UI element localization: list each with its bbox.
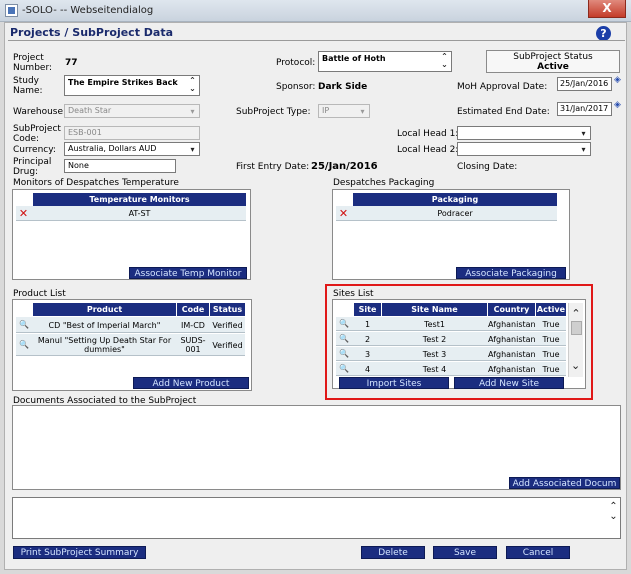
calendar-icon[interactable]: ◈ [614, 100, 621, 110]
local-head2-label: Local Head 2: [397, 145, 459, 155]
chevron-down-icon: ▾ [190, 107, 195, 116]
currency-value: Australia, Dollars AUD [68, 144, 157, 153]
notes-textarea[interactable]: ⌃ ⌄ [12, 497, 621, 539]
product-name: Manul "Setting Up Death Star For dummies" [37, 336, 172, 354]
chevron-down-icon: ▾ [190, 145, 195, 154]
header-divider [8, 40, 625, 41]
cancel-button[interactable]: Cancel [506, 546, 570, 559]
local-head1-select[interactable]: ▾ [457, 126, 591, 140]
subproject-code-input[interactable]: ESB-001 [64, 126, 200, 140]
sites-highlight-frame [325, 284, 593, 400]
study-name-label: Study Name: [13, 76, 43, 96]
principal-drug-input[interactable]: None [64, 159, 176, 173]
product-code: IM-CD [181, 321, 205, 330]
calendar-icon[interactable]: ◈ [614, 75, 621, 85]
protocol-scroll-icon[interactable]: ⌃ ⌄ [439, 53, 450, 70]
product-name: CD "Best of Imperial March" [48, 321, 161, 330]
currency-select[interactable]: Australia, Dollars AUD ▾ [64, 142, 200, 156]
chevron-down-icon: ▾ [581, 145, 586, 154]
documents-panel: Add Associated Docum [12, 405, 621, 490]
associate-temp-monitor-button[interactable]: Associate Temp Monitor [129, 267, 247, 279]
warehouse-value: Death Star [68, 106, 112, 115]
est-end-label: Estimated End Date: [457, 107, 550, 117]
status-title: SubProject Status [513, 52, 593, 62]
warehouse-select[interactable]: Death Star ▾ [64, 104, 200, 118]
app-icon [5, 4, 18, 17]
product-status: Verified [212, 341, 243, 350]
packaging-name: Podracer [437, 209, 473, 218]
table-row[interactable]: 🔍 CD "Best of Imperial March" IM-CD Veri… [16, 317, 245, 333]
table-row: ✕ AT-ST [16, 206, 246, 221]
product-list-title: Product List [13, 289, 66, 299]
notes-scroll-icon[interactable]: ⌃ ⌄ [608, 502, 619, 537]
first-entry-value: 25/Jan/2016 [311, 161, 378, 172]
status-badge: Active [537, 62, 569, 72]
sponsor-label: Sponsor: [276, 82, 316, 92]
packaging-column-header: Packaging [353, 193, 557, 206]
subproject-code-label: SubProject Code: [13, 124, 61, 144]
local-head2-select[interactable]: ▾ [457, 142, 591, 156]
product-list-panel: Product Code Status 🔍 CD "Best of Imperi… [12, 299, 252, 391]
project-number-value: 77 [65, 58, 78, 68]
add-associated-document-button[interactable]: Add Associated Docum [509, 477, 620, 489]
sponsor-value: Dark Side [318, 82, 368, 92]
study-name-value: The Empire Strikes Back [68, 78, 178, 87]
associate-packaging-button[interactable]: Associate Packaging [456, 267, 566, 279]
packaging-panel: Packaging ✕ Podracer Associate Packaging [332, 189, 570, 280]
dialog-body: Projects / SubProject Data ? Project Num… [4, 22, 627, 570]
currency-label: Currency: [13, 145, 56, 155]
product-status: Verified [212, 321, 243, 330]
monitor-name: AT-ST [128, 209, 151, 218]
delete-icon[interactable]: ✕ [336, 207, 351, 220]
status-column-header: Status [210, 303, 245, 316]
closing-date-label: Closing Date: [457, 162, 518, 172]
product-code: SUDS- 001 [180, 336, 206, 354]
save-button[interactable]: Save [433, 546, 497, 559]
moh-approval-label: MoH Approval Date: [457, 82, 548, 92]
monitors-section-title: Monitors of Despatches Temperature [13, 178, 179, 188]
monitors-panel: Temperature Monitors ✕ AT-ST Associate T… [12, 189, 251, 280]
chevron-down-icon: ▾ [360, 107, 365, 116]
monitors-column-header: Temperature Monitors [33, 193, 246, 206]
warehouse-label: Warehouse: [13, 107, 67, 117]
help-icon[interactable]: ? [596, 26, 611, 41]
principal-drug-label: Principal Drug: [13, 157, 52, 177]
close-button[interactable]: X [588, 0, 626, 18]
table-row: ✕ Podracer [336, 206, 557, 221]
subproject-type-label: SubProject Type: [236, 107, 311, 117]
study-name-field[interactable]: The Empire Strikes Back ⌃ ⌄ [64, 75, 200, 96]
window-titlebar: -SOLO- -- Webseitendialog X [0, 0, 631, 22]
product-column-header: Product [33, 303, 176, 316]
delete-button[interactable]: Delete [361, 546, 425, 559]
packaging-section-title: Despatches Packaging [333, 178, 435, 188]
subproject-type-select[interactable]: IP ▾ [318, 104, 370, 118]
print-subproject-summary-button[interactable]: Print SubProject Summary [13, 546, 146, 559]
chevron-down-icon: ▾ [581, 129, 586, 138]
add-new-product-button[interactable]: Add New Product [133, 377, 249, 389]
view-icon[interactable]: 🔍 [18, 320, 30, 329]
protocol-label: Protocol: [276, 58, 316, 68]
protocol-field[interactable]: Battle of Hoth ⌃ ⌄ [318, 51, 452, 72]
subproject-type-value: IP [322, 106, 330, 115]
page-title: Projects / SubProject Data [10, 26, 174, 39]
est-end-date-input[interactable]: 31/Jan/2017 [557, 102, 612, 116]
first-entry-label: First Entry Date: [236, 162, 310, 172]
table-row[interactable]: 🔍 Manul "Setting Up Death Star For dummie… [16, 334, 245, 356]
view-icon[interactable]: 🔍 [18, 340, 30, 349]
window-title: -SOLO- -- Webseitendialog [22, 5, 154, 16]
moh-approval-date-input[interactable]: 25/Jan/2016 [557, 77, 612, 91]
study-name-scroll-icon[interactable]: ⌃ ⌄ [187, 77, 198, 94]
project-number-label: Project Number: [13, 53, 53, 73]
local-head1-label: Local Head 1: [397, 129, 459, 139]
code-column-header: Code [177, 303, 209, 316]
protocol-value: Battle of Hoth [322, 54, 386, 63]
delete-icon[interactable]: ✕ [16, 207, 31, 220]
subproject-status-box: SubProject Status Active [486, 50, 620, 73]
